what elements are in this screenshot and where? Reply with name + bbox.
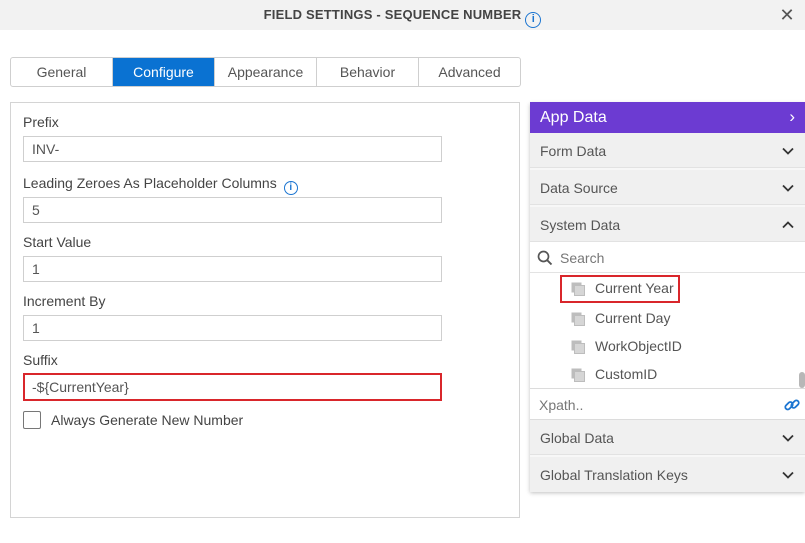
close-icon: ✕ xyxy=(779,5,795,25)
increment-by-input[interactable] xyxy=(23,315,442,341)
dialog-title-wrap: FIELD SETTINGS - SEQUENCE NUMBER i xyxy=(0,7,805,28)
section-global-data[interactable]: Global Data xyxy=(530,420,805,455)
section-global-translation-keys[interactable]: Global Translation Keys xyxy=(530,457,805,492)
chevron-down-icon xyxy=(782,184,794,192)
tab-configure[interactable]: Configure xyxy=(113,58,215,86)
tab-general[interactable]: General xyxy=(11,58,113,86)
tree-item-customid[interactable]: CustomID xyxy=(560,361,680,388)
app-data-title: App Data xyxy=(540,109,607,126)
always-generate-label: Always Generate New Number xyxy=(51,412,244,428)
tree-item-label: WorkObjectID xyxy=(595,338,682,354)
tab-appearance[interactable]: Appearance xyxy=(215,58,317,86)
prefix-label: Prefix xyxy=(23,114,59,130)
field-icon xyxy=(571,368,585,382)
section-system-data[interactable]: System Data xyxy=(530,207,805,242)
field-icon xyxy=(571,340,585,354)
search-input[interactable] xyxy=(560,247,790,269)
xpath-input[interactable] xyxy=(539,395,769,415)
field-icon xyxy=(571,282,585,296)
system-data-search xyxy=(530,242,805,273)
suffix-label: Suffix xyxy=(23,352,58,368)
dialog-title: FIELD SETTINGS - SEQUENCE NUMBER xyxy=(263,7,522,22)
xpath-row xyxy=(530,388,805,420)
info-icon[interactable]: i xyxy=(525,12,542,28)
section-label: Data Source xyxy=(540,180,618,196)
tree-item-current-day[interactable]: Current Day xyxy=(560,305,680,333)
configure-panel: Prefix Leading Zeroes As Placeholder Col… xyxy=(10,102,520,518)
chevron-up-icon xyxy=(782,221,794,229)
section-label: Form Data xyxy=(540,143,607,159)
chevron-down-icon xyxy=(782,147,794,155)
section-form-data[interactable]: Form Data xyxy=(530,133,805,168)
chevron-down-icon xyxy=(782,434,794,442)
chevron-down-icon xyxy=(782,471,794,479)
field-icon xyxy=(571,312,585,326)
system-data-tree: Current Year Current Day WorkObjectID Cu… xyxy=(530,273,805,388)
tab-advanced[interactable]: Advanced xyxy=(419,58,520,86)
tree-scrollbar[interactable] xyxy=(799,372,805,388)
section-data-source[interactable]: Data Source xyxy=(530,170,805,205)
start-value-label: Start Value xyxy=(23,234,92,250)
dialog-titlebar: FIELD SETTINGS - SEQUENCE NUMBER i ✕ xyxy=(0,0,805,30)
chevron-right-icon[interactable]: › xyxy=(789,107,795,127)
tree-item-label: Current Day xyxy=(595,310,671,326)
section-label: System Data xyxy=(540,217,621,233)
suffix-input[interactable] xyxy=(23,373,442,401)
search-icon xyxy=(537,250,553,266)
tree-item-label: CustomID xyxy=(595,366,658,382)
tree-item-current-year[interactable]: Current Year xyxy=(560,275,680,303)
link-icon[interactable] xyxy=(783,396,801,414)
app-data-header[interactable]: App Data › xyxy=(530,102,805,133)
info-icon[interactable]: i xyxy=(283,181,298,195)
increment-by-label: Increment By xyxy=(23,293,106,309)
app-data-panel: App Data › Form Data Data Source System … xyxy=(530,102,805,492)
leading-zeroes-label: Leading Zeroes As Placeholder Columns xyxy=(23,175,277,191)
section-label: Global Data xyxy=(540,430,614,446)
tab-behavior[interactable]: Behavior xyxy=(317,58,419,86)
tree-item-workobjectid[interactable]: WorkObjectID xyxy=(560,333,682,361)
always-generate-checkbox[interactable] xyxy=(23,411,41,429)
prefix-input[interactable] xyxy=(23,136,442,162)
leading-zeroes-label-wrap: Leading Zeroes As Placeholder Columns i xyxy=(23,175,298,195)
leading-zeroes-input[interactable] xyxy=(23,197,442,223)
tree-item-label: Current Year xyxy=(595,280,674,296)
section-label: Global Translation Keys xyxy=(540,467,688,483)
settings-tabs: General Configure Appearance Behavior Ad… xyxy=(10,57,521,87)
start-value-input[interactable] xyxy=(23,256,442,282)
close-button[interactable]: ✕ xyxy=(777,5,797,25)
